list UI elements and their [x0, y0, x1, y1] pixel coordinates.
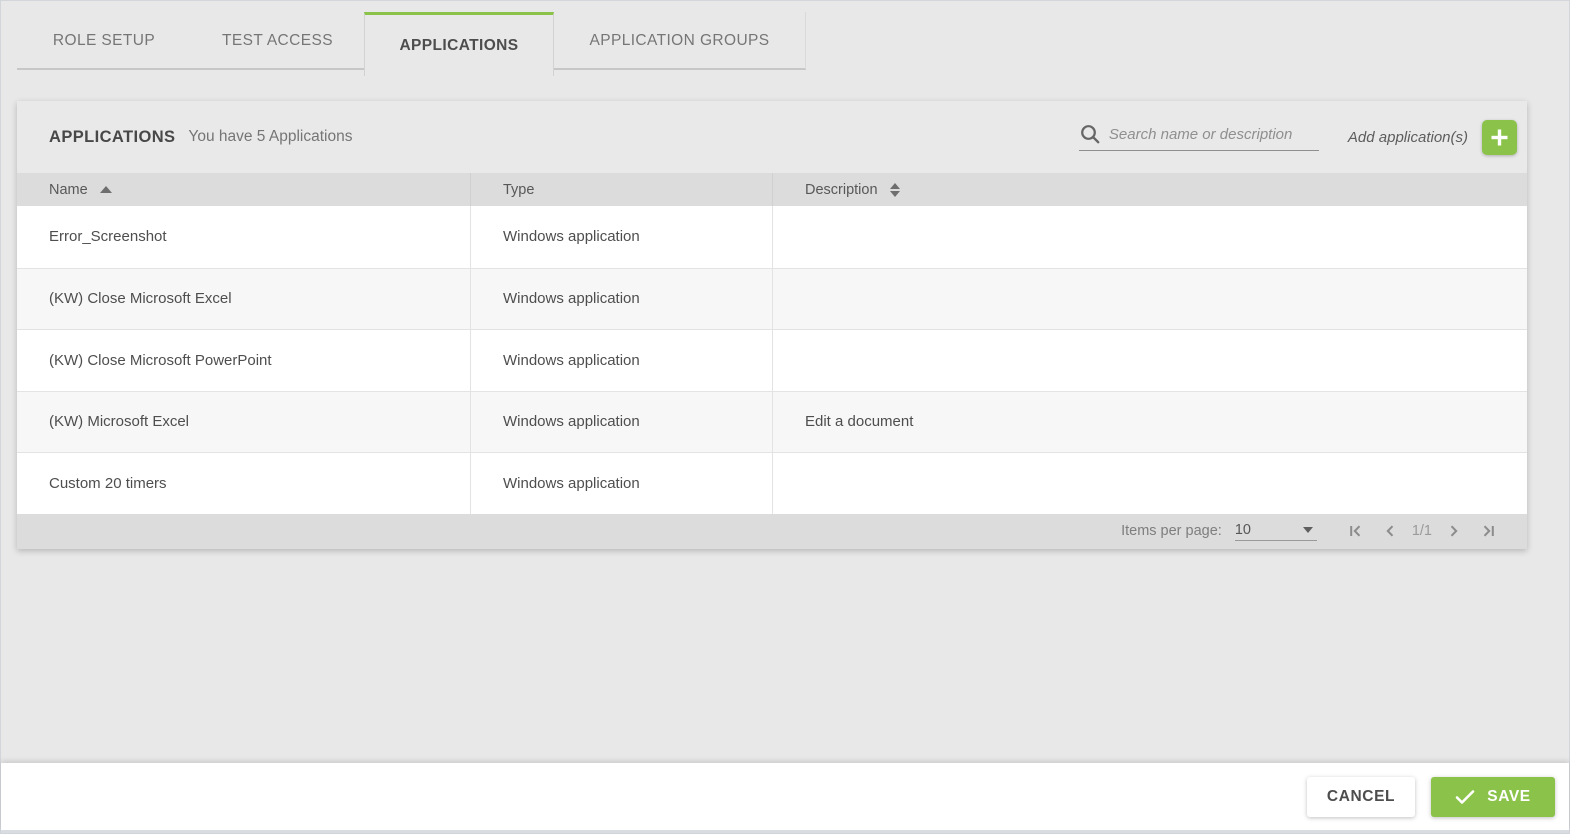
applications-panel: APPLICATIONS You have 5 Applications Add…: [17, 101, 1527, 549]
table-body: Error_Screenshot Windows application (KW…: [17, 206, 1527, 514]
column-header-description-label: Description: [805, 182, 878, 198]
role-edit-page: { "tabs": [ { "label": "ROLE SETUP", "ac…: [0, 0, 1570, 834]
cell-type: Windows application: [471, 330, 773, 391]
last-page-button[interactable]: [1480, 523, 1496, 539]
table-row[interactable]: (KW) Microsoft Excel Windows application…: [17, 391, 1527, 453]
cell-name: (KW) Microsoft Excel: [17, 392, 471, 453]
first-page-icon: [1348, 523, 1364, 539]
table-pagination-bar: Items per page: 10 1/1: [17, 514, 1527, 549]
check-icon: [1455, 789, 1475, 805]
column-header-type-label: Type: [503, 182, 534, 198]
save-button-label: SAVE: [1487, 788, 1530, 806]
cell-description: Edit a document: [773, 392, 1527, 453]
cell-description: [773, 269, 1527, 330]
cell-name: (KW) Close Microsoft Excel: [17, 269, 471, 330]
cell-description: [773, 206, 1527, 268]
cell-name: (KW) Close Microsoft PowerPoint: [17, 330, 471, 391]
table-row[interactable]: Error_Screenshot Windows application: [17, 206, 1527, 268]
sort-ascending-icon: [100, 186, 112, 193]
column-header-name-label: Name: [49, 182, 88, 198]
panel-header: APPLICATIONS You have 5 Applications Add…: [17, 101, 1527, 173]
add-applications-label: Add application(s): [1348, 129, 1468, 146]
search-icon: [1079, 123, 1101, 145]
tab-test-access[interactable]: TEST ACCESS: [191, 12, 364, 69]
action-bar: CANCEL SAVE: [1, 763, 1569, 831]
save-button[interactable]: SAVE: [1431, 777, 1555, 817]
column-header-description[interactable]: Description: [773, 173, 1527, 206]
table-row[interactable]: (KW) Close Microsoft PowerPoint Windows …: [17, 329, 1527, 391]
tab-strip: ROLE SETUP TEST ACCESS APPLICATIONS APPL…: [17, 12, 806, 76]
column-header-name[interactable]: Name: [17, 173, 471, 206]
add-application-button[interactable]: [1482, 120, 1517, 155]
previous-page-button[interactable]: [1382, 523, 1398, 539]
chevron-left-icon: [1382, 523, 1398, 539]
search-input[interactable]: [1109, 126, 1319, 143]
first-page-button[interactable]: [1348, 523, 1364, 539]
cell-type: Windows application: [471, 206, 773, 268]
cell-description: [773, 330, 1527, 391]
cell-type: Windows application: [471, 269, 773, 330]
table-row[interactable]: (KW) Close Microsoft Excel Windows appli…: [17, 268, 1527, 330]
cell-type: Windows application: [471, 453, 773, 514]
applications-count-text: You have 5 Applications: [188, 128, 352, 146]
table-row[interactable]: Custom 20 timers Windows application: [17, 452, 1527, 514]
chevron-right-icon: [1446, 523, 1462, 539]
search-box: [1079, 123, 1319, 151]
plus-icon: [1489, 127, 1510, 148]
dropdown-arrow-icon: [1303, 527, 1313, 533]
sort-both-icon: [890, 183, 900, 197]
tab-applications[interactable]: APPLICATIONS: [364, 12, 554, 76]
cell-name: Custom 20 timers: [17, 453, 471, 514]
bottom-edge-strip: [1, 830, 1569, 833]
table-header-row: Name Type Description: [17, 173, 1527, 206]
last-page-icon: [1480, 523, 1496, 539]
page-indicator: 1/1: [1412, 523, 1432, 539]
tab-application-groups[interactable]: APPLICATION GROUPS: [554, 12, 806, 69]
cell-description: [773, 453, 1527, 514]
tab-role-setup[interactable]: ROLE SETUP: [17, 12, 191, 69]
cell-type: Windows application: [471, 392, 773, 453]
next-page-button[interactable]: [1446, 523, 1462, 539]
page-size-select[interactable]: 10: [1235, 522, 1317, 541]
items-per-page-label: Items per page:: [1121, 523, 1222, 539]
panel-title: APPLICATIONS: [49, 128, 175, 147]
page-size-value: 10: [1235, 522, 1251, 538]
cancel-button[interactable]: CANCEL: [1307, 777, 1415, 817]
column-header-type[interactable]: Type: [471, 173, 773, 206]
cell-name: Error_Screenshot: [17, 206, 471, 268]
